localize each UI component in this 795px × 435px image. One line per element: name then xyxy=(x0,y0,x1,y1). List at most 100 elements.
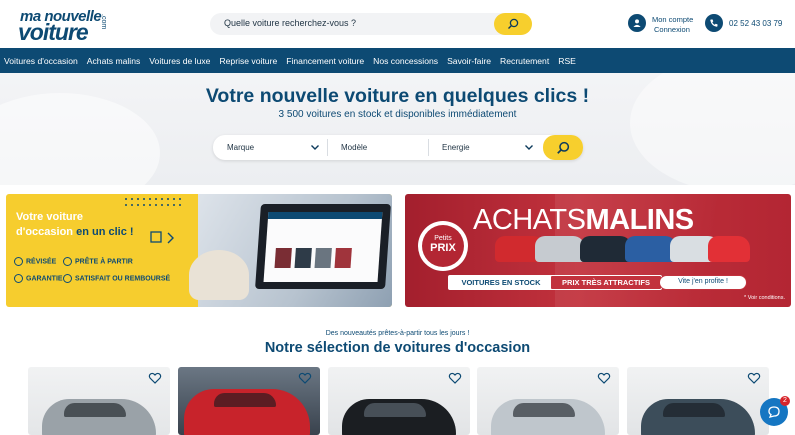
car-image xyxy=(708,236,750,262)
energy-select[interactable]: Energie xyxy=(428,135,543,160)
account-label: Mon compte xyxy=(652,15,694,24)
heart-icon[interactable] xyxy=(298,371,312,385)
cta-button[interactable]: Vite j'en profite ! xyxy=(659,275,747,290)
promo-banner-online[interactable]: Votre voiture d'occasion en un clic ! RÉ… xyxy=(6,194,392,307)
feature-label: RÉVISÉE xyxy=(26,258,57,266)
nav-item-savoir-faire[interactable]: Savoir-faire xyxy=(447,56,491,66)
model-select-label: Modèle xyxy=(341,143,368,152)
model-select[interactable]: Modèle xyxy=(327,135,428,160)
phone-link[interactable]: 02 52 43 03 79 xyxy=(705,14,785,34)
chat-bubble-icon xyxy=(768,406,780,418)
vehicle-search-form: Marque Modèle Energie xyxy=(213,135,583,160)
title-part-b: MALINS xyxy=(585,204,694,236)
check-icon xyxy=(63,274,72,283)
car-card[interactable] xyxy=(627,367,769,435)
car-window xyxy=(663,403,725,417)
banner-left-title-line2: d'occasion en un clic ! xyxy=(16,226,134,238)
hero-section: Votre nouvelle voiture en quelques clics… xyxy=(0,73,795,185)
chevron-down-icon xyxy=(311,145,319,150)
nav-item-recrutement[interactable]: Recrutement xyxy=(500,56,549,66)
heart-icon[interactable] xyxy=(148,371,162,385)
brand-select[interactable]: Marque xyxy=(213,135,327,160)
nav-item-financement[interactable]: Financement voiture xyxy=(286,56,364,66)
site-header: ma nouvelle voiture .com Quelle voiture … xyxy=(0,0,795,48)
selection-eyebrow: Des nouveautés prêtes-à-partir tous les … xyxy=(325,330,470,337)
logo-line2: voiture xyxy=(18,19,89,45)
check-icon xyxy=(14,274,23,283)
screen-car-thumb xyxy=(334,248,352,268)
car-image xyxy=(535,236,585,262)
energy-select-label: Energie xyxy=(442,143,470,152)
account-link[interactable]: Mon compte Connexion xyxy=(628,14,694,36)
bracket-icon xyxy=(150,231,174,244)
price-pill: PRIX TRÈS ATTRACTIFS xyxy=(550,275,662,290)
screen-car-thumb xyxy=(274,248,292,268)
notification-badge: 2 xyxy=(780,396,790,406)
seal-inner: Petits PRIX xyxy=(422,225,464,267)
title-part-a: ACHATS xyxy=(473,204,586,236)
feature-garantie: GARANTIE xyxy=(14,274,63,283)
feature-label: PRÊTE À PARTIR xyxy=(75,258,133,266)
brand-select-label: Marque xyxy=(227,143,255,152)
car-card[interactable] xyxy=(178,367,320,435)
logo-suffix: .com xyxy=(100,14,107,30)
conditions-note: * Voir conditions. xyxy=(744,295,785,301)
search-bar[interactable]: Quelle voiture recherchez-vous ? xyxy=(210,13,532,35)
feature-satisfait: SATISFAIT OU REMBOURSÉ xyxy=(63,274,170,283)
laptop-image xyxy=(255,204,391,289)
heart-icon[interactable] xyxy=(747,371,761,385)
check-icon xyxy=(63,257,72,266)
nav-item-achats-malins[interactable]: Achats malins xyxy=(87,56,141,66)
nav-item-voitures-occasion[interactable]: Voitures d'occasion xyxy=(4,56,78,66)
user-icon xyxy=(628,14,646,32)
nav-item-concessions[interactable]: Nos concessions xyxy=(373,56,438,66)
search-icon xyxy=(557,141,570,154)
car-card[interactable] xyxy=(328,367,470,435)
feature-label: SATISFAIT OU REMBOURSÉ xyxy=(75,275,171,283)
search-input[interactable]: Quelle voiture recherchez-vous ? xyxy=(224,18,356,28)
petits-prix-seal: Petits PRIX xyxy=(418,221,468,271)
phone-icon xyxy=(705,14,723,32)
search-button[interactable] xyxy=(494,13,532,35)
coffee-cup-image xyxy=(189,250,249,300)
feature-prete: PRÊTE À PARTIR xyxy=(63,257,133,266)
nav-item-reprise[interactable]: Reprise voiture xyxy=(219,56,277,66)
chat-button[interactable]: 2 xyxy=(760,396,790,426)
seal-line1: Petits xyxy=(434,235,452,242)
screen-car-thumb xyxy=(294,248,312,268)
banner-left-title-line1: Votre voiture xyxy=(16,211,84,223)
feature-label: GARANTIE xyxy=(26,275,63,283)
search-icon xyxy=(508,18,519,29)
hero-title: Votre nouvelle voiture en quelques clics… xyxy=(205,85,590,107)
screen-header xyxy=(267,212,383,219)
check-icon xyxy=(14,257,23,266)
heart-icon[interactable] xyxy=(597,371,611,385)
feature-revisee: RÉVISÉE xyxy=(14,257,56,266)
dots-decoration xyxy=(125,198,181,206)
chevron-down-icon xyxy=(525,145,533,150)
hero-subtitle: 3 500 voitures en stock et disponibles i… xyxy=(278,109,517,120)
login-label: Connexion xyxy=(654,25,690,34)
car-card[interactable] xyxy=(477,367,619,435)
filter-search-button[interactable] xyxy=(543,135,583,160)
heart-icon[interactable] xyxy=(448,371,462,385)
stock-pill: VOITURES EN STOCK xyxy=(448,275,554,290)
banner-left-title-a: d'occasion xyxy=(16,226,74,238)
selection-title: Notre sélection de voitures d'occasion xyxy=(264,340,531,356)
main-nav: Voitures d'occasion Achats malins Voitur… xyxy=(0,48,795,73)
banner-left-title-b: en un clic ! xyxy=(76,226,134,238)
car-window xyxy=(513,403,575,417)
nav-item-rse[interactable]: RSE xyxy=(558,56,576,66)
car-window xyxy=(214,393,276,407)
achats-malins-title: ACHATSMALINS xyxy=(473,204,694,237)
screen-car-thumb xyxy=(314,248,332,268)
nav-item-voitures-luxe[interactable]: Voitures de luxe xyxy=(149,56,210,66)
seal-line2: PRIX xyxy=(430,242,456,254)
car-window xyxy=(64,403,126,417)
promo-banner-achats-malins[interactable]: ACHATSMALINS Petits PRIX VOITURES EN STO… xyxy=(405,194,791,307)
car-window xyxy=(364,403,426,417)
car-card[interactable] xyxy=(28,367,170,435)
site-logo[interactable]: ma nouvelle voiture .com xyxy=(18,8,118,45)
laptop-screen xyxy=(263,212,383,282)
phone-number: 02 52 43 03 79 xyxy=(729,19,783,28)
